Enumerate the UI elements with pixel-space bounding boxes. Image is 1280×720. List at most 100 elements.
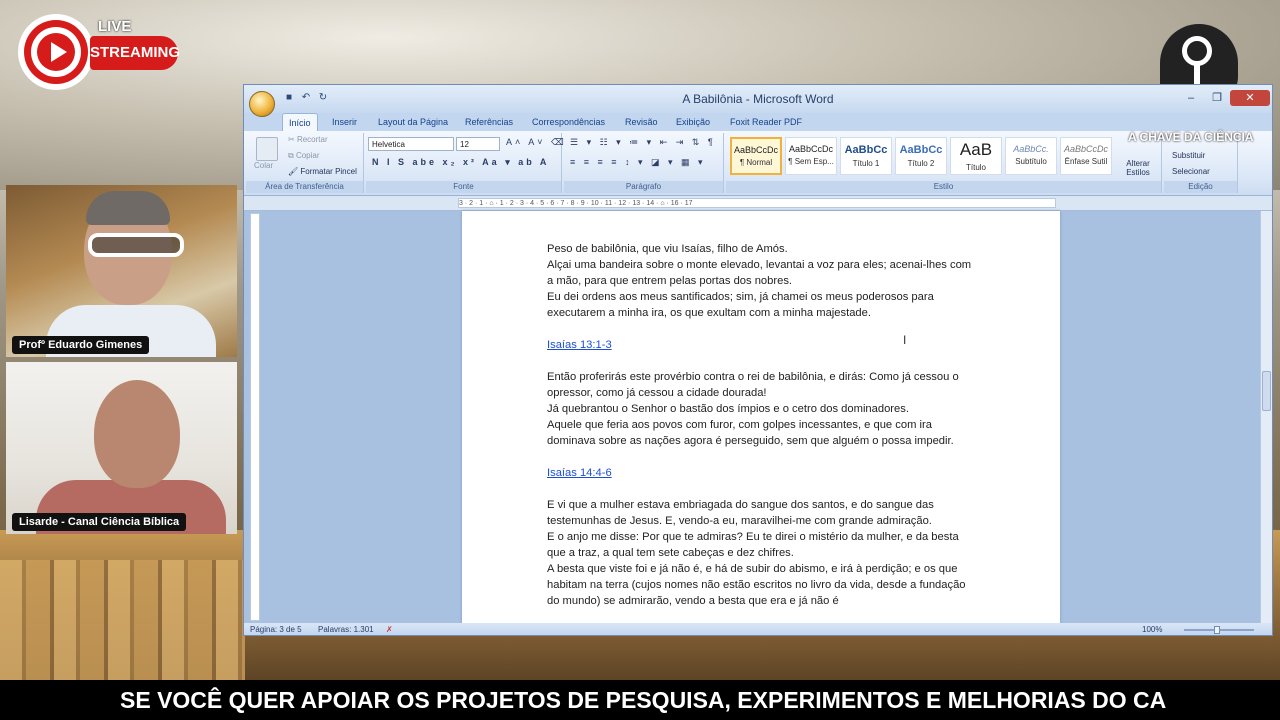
tab-referencias[interactable]: Referências xyxy=(459,113,519,131)
select-button[interactable]: Selecionar xyxy=(1172,167,1210,176)
document-paragraph[interactable]: Eu dei ordens aos meus santificados; sim… xyxy=(547,289,977,321)
paste-button[interactable]: Colar xyxy=(254,161,273,170)
word-window[interactable]: A Babilônia - Microsoft Word ■ ↶ ↻ – ❐ ✕ Iní… xyxy=(243,84,1273,636)
horizontal-ruler[interactable]: 3 · 2 · 1 · ⌂ · 1 · 2 · 3 · 4 · 5 · 6 · … xyxy=(244,196,1272,211)
minimize-button[interactable]: – xyxy=(1178,90,1204,106)
document-paragraph[interactable]: Então proferirás este provérbio contra o… xyxy=(547,369,977,401)
group-font: Helvetica 12 A˄ A˅ ⌫ N I S abe x₂ x² Aa … xyxy=(366,133,564,193)
document-paragraph[interactable]: A besta que viste foi e já não é, e há d… xyxy=(547,561,977,609)
title-bar[interactable]: A Babilônia - Microsoft Word ■ ↶ ↻ – ❐ ✕ xyxy=(244,85,1272,113)
sunglasses xyxy=(88,233,184,257)
participant-video-2: Lisarde - Canal Ciência Bíblica xyxy=(6,362,237,534)
style-heading-2[interactable]: AaBbCc Título 2 xyxy=(895,137,947,175)
tab-inicio[interactable]: Início xyxy=(282,113,318,132)
window-title: A Babilônia - Microsoft Word xyxy=(682,92,834,106)
ribbon-tabs: Início Inserir Layout da Página Referênc… xyxy=(244,113,1272,132)
participant-name-tag: Profº Eduardo Gimenes xyxy=(12,336,150,354)
tab-inserir[interactable]: Inserir xyxy=(326,113,363,131)
ruler-scale: 3 · 2 · 1 · ⌂ · 1 · 2 · 3 · 4 · 5 · 6 · … xyxy=(458,198,1056,208)
font-format-icons[interactable]: N I S abe x₂ x² Aa ▾ ab A xyxy=(372,157,549,168)
font-size-select[interactable]: 12 xyxy=(456,137,500,151)
vertical-ruler xyxy=(250,213,260,621)
style-normal[interactable]: AaBbCcDc ¶ Normal xyxy=(730,137,782,175)
quick-access-toolbar: ■ ↶ ↻ xyxy=(282,92,333,103)
proofing-icon[interactable]: ✗ xyxy=(386,623,393,635)
channel-logo-text: A CHAVE DA CIÊNCIA xyxy=(1128,130,1254,144)
page-count[interactable]: Página: 3 de 5 xyxy=(250,623,302,635)
scripture-reference-link[interactable]: Isaías 14:4-6 xyxy=(547,467,612,479)
close-button[interactable]: ✕ xyxy=(1230,90,1270,106)
tab-layout[interactable]: Layout da Página xyxy=(372,113,454,131)
document-paragraph[interactable]: Peso de babilônia, que viu Isaías, filho… xyxy=(547,241,977,257)
zoom-slider-knob[interactable] xyxy=(1214,626,1220,634)
style-no-spacing[interactable]: AaBbCcDc ¶ Sem Esp... xyxy=(785,137,837,175)
vertical-scrollbar[interactable] xyxy=(1260,211,1272,623)
document-paragraph[interactable]: E o anjo me disse: Por que te admiras? E… xyxy=(547,529,977,561)
copy-button[interactable]: ⧉ Copiar xyxy=(288,151,320,161)
style-heading-1[interactable]: AaBbCc Título 1 xyxy=(840,137,892,175)
group-label-paragraph: Parágrafo xyxy=(564,181,723,193)
status-bar: Página: 3 de 5 Palavras: 1.301 ✗ 100% xyxy=(244,623,1272,635)
tab-foxit[interactable]: Foxit Reader PDF xyxy=(724,113,808,131)
document-page[interactable]: Peso de babilônia, que viu Isaías, filho… xyxy=(462,211,1060,631)
format-painter-button[interactable]: 🖌 Formatar Pincel xyxy=(288,167,357,176)
tab-exibicao[interactable]: Exibição xyxy=(670,113,716,131)
live-label: LIVE xyxy=(98,18,132,35)
list-icons[interactable]: ☰ ▾ ☷ ▾ ≔ ▾ ⇤ ⇥ ⇅ ¶ xyxy=(570,137,716,148)
scissors-icon: ✂ xyxy=(288,135,297,144)
word-count[interactable]: Palavras: 1.301 xyxy=(318,623,374,635)
save-icon[interactable]: ■ xyxy=(282,92,296,103)
office-button[interactable] xyxy=(249,91,275,117)
document-area[interactable]: Peso de babilônia, que viu Isaías, filho… xyxy=(244,211,1260,631)
group-label-font: Fonte xyxy=(366,181,561,193)
scroll-thumb[interactable] xyxy=(1262,371,1271,411)
scripture-reference-link[interactable]: Isaías 13:1-3 xyxy=(547,339,612,351)
maximize-button[interactable]: ❐ xyxy=(1204,90,1230,106)
document-paragraph: Isaías 13:1-3 xyxy=(547,337,977,353)
ticker-text: SE VOCÊ QUER APOIAR OS PROJETOS DE PESQU… xyxy=(120,687,1167,713)
live-streaming-logo: LIVE STREAMING xyxy=(18,14,180,96)
undo-icon[interactable]: ↶ xyxy=(299,92,313,103)
streaming-label: STREAMING xyxy=(90,36,180,70)
participant-video-1: Profº Eduardo Gimenes xyxy=(6,185,237,357)
replace-button[interactable]: Substituir xyxy=(1172,151,1205,160)
style-subtle-emphasis[interactable]: AaBbCcDc Ênfase Sutil xyxy=(1060,137,1112,175)
brush-icon: 🖌 xyxy=(288,167,301,176)
change-styles-button[interactable]: Alterar Estilos xyxy=(1118,159,1158,177)
alignment-icons[interactable]: ≡ ≡ ≡ ≡ ↕ ▾ ◪ ▾ ▦ ▾ xyxy=(570,157,706,168)
group-label-styles: Estilo xyxy=(726,181,1161,193)
ticker-bar: SE VOCÊ QUER APOIAR OS PROJETOS DE PESQU… xyxy=(0,680,1280,720)
font-family-select[interactable]: Helvetica xyxy=(368,137,454,151)
participant-name-tag: Lisarde - Canal Ciência Bíblica xyxy=(12,513,187,531)
participant-head xyxy=(94,380,180,488)
group-styles: AaBbCcDc ¶ Normal AaBbCcDc ¶ Sem Esp... Aa… xyxy=(726,133,1162,193)
document-paragraph[interactable]: Já quebrantou o Senhor o bastão dos ímpi… xyxy=(547,401,977,417)
grow-shrink-font-icons[interactable]: A˄ A˅ ⌫ xyxy=(506,137,567,148)
document-paragraph[interactable]: Alçai uma bandeira sobre o monte elevado… xyxy=(547,257,977,289)
participant-hair xyxy=(86,191,170,225)
copy-icon: ⧉ xyxy=(288,151,296,160)
document-paragraph[interactable]: E vi que a mulher estava embriagada do s… xyxy=(547,497,977,529)
ribbon: Colar ✂ Recortar ⧉ Copiar 🖌 Formatar Pin… xyxy=(244,131,1272,196)
group-paragraph: ☰ ▾ ☷ ▾ ≔ ▾ ⇤ ⇥ ⇅ ¶ ≡ ≡ ≡ ≡ ↕ ▾ ◪ ▾ ▦ ▾ … xyxy=(564,133,724,193)
document-body[interactable]: Peso de babilônia, que viu Isaías, filho… xyxy=(547,241,977,609)
play-icon xyxy=(18,14,94,90)
group-clipboard: Colar ✂ Recortar ⧉ Copiar 🖌 Formatar Pin… xyxy=(246,133,364,193)
background-city-buildings xyxy=(0,560,245,680)
text-cursor-icon: I xyxy=(903,333,907,347)
document-paragraph: Isaías 14:4-6 xyxy=(547,465,977,481)
tab-revisao[interactable]: Revisão xyxy=(619,113,664,131)
style-title[interactable]: AaB Título xyxy=(950,137,1002,175)
cut-button[interactable]: ✂ Recortar xyxy=(288,135,328,144)
window-controls: – ❐ ✕ xyxy=(1178,88,1270,106)
redo-icon[interactable]: ↻ xyxy=(316,92,330,103)
tab-correspondencias[interactable]: Correspondências xyxy=(526,113,611,131)
style-subtitle[interactable]: AaBbCc. Subtítulo xyxy=(1005,137,1057,175)
zoom-level[interactable]: 100% xyxy=(1142,623,1162,635)
document-paragraph[interactable]: Aquele que feria aos povos com furor, co… xyxy=(547,417,977,449)
paste-icon[interactable] xyxy=(256,137,278,161)
